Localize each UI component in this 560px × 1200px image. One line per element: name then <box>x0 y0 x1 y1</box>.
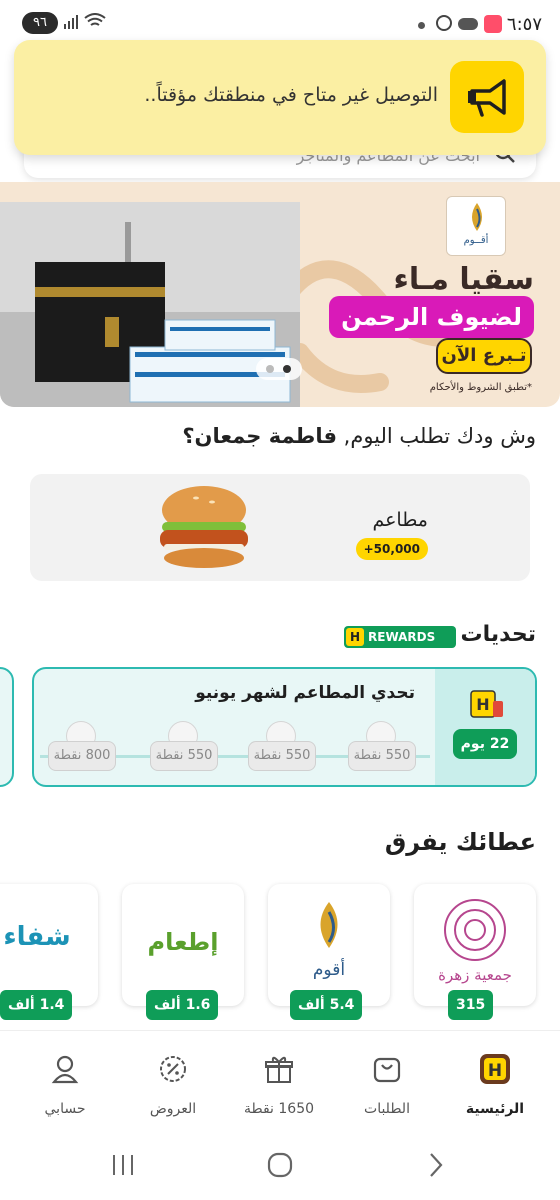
challenge-side-panel: H 22 يوم <box>435 669 535 785</box>
donation-name: أقوم <box>312 960 346 980</box>
donations-title: عطائك يفرق <box>384 828 536 856</box>
battery-indicator: ٩٦ <box>22 12 58 34</box>
donation-card-itaam[interactable]: إطعام <box>122 884 244 1006</box>
notification-dot-icon <box>418 22 425 29</box>
user-name: فاطمة جمعان؟ <box>182 424 337 448</box>
amount-text: 1.6 ألف <box>154 997 211 1013</box>
donation-name: شفاء <box>3 922 71 952</box>
milestone: 550 نقطة <box>150 741 218 771</box>
system-nav-bar <box>0 1130 560 1200</box>
app-icon <box>484 15 502 33</box>
rewards-label: REWARDS <box>368 630 436 644</box>
home-button-icon[interactable] <box>265 1150 295 1180</box>
challenge-card[interactable]: H 22 يوم تحدي المطاعم لشهر يونيو 550 نقط… <box>32 667 537 787</box>
banner-title: سقيا مـاء <box>393 262 534 297</box>
donation-card-aqwam[interactable]: أقوم <box>268 884 390 1006</box>
nav-label: الرئيسية <box>465 1101 525 1117</box>
recents-icon[interactable] <box>108 1150 138 1180</box>
restaurants-count-badge: +50,000 <box>355 538 428 560</box>
challenge-days-left: 22 يوم <box>453 729 517 759</box>
bottom-nav: H الرئيسية الطلبات 1650 نقطة العروض حساب… <box>0 1030 560 1130</box>
challenge-reward-icon: H <box>470 690 503 718</box>
challenges-title: تحديات <box>460 622 536 647</box>
donation-card-zahra[interactable]: جمعية زهرة <box>414 884 536 1006</box>
kaaba-photo <box>0 202 300 407</box>
nav-label: العروض <box>149 1101 197 1117</box>
milestone: 550 نقطة <box>248 741 316 771</box>
burger-image <box>160 486 248 568</box>
nav-orders[interactable]: الطلبات <box>332 1049 442 1117</box>
nav-points[interactable]: 1650 نقطة <box>224 1049 334 1117</box>
back-icon[interactable] <box>420 1150 450 1180</box>
amount-text: 5.4 ألف <box>298 997 355 1013</box>
logo-text: أقــوم <box>463 235 489 246</box>
nav-offers[interactable]: العروض <box>118 1049 228 1117</box>
discount-icon <box>160 1056 186 1082</box>
svg-text:H: H <box>488 1061 502 1081</box>
restaurants-title: مطاعم <box>372 509 428 531</box>
nav-home[interactable]: H الرئيسية <box>440 1049 550 1117</box>
app-screen: ٩٦ ٦:٥٧ ابحث عن المطاعم والمتاجر أقــوم … <box>0 0 560 1200</box>
toast-message: التوصيل غير متاح في منطقتك مؤقتاً.. <box>144 84 438 106</box>
donation-card-shefa[interactable]: شفاء <box>0 884 98 1006</box>
toast-icon-box <box>450 61 524 133</box>
greeting: وش ودك تطلب اليوم, فاطمة جمعان؟ <box>182 424 536 448</box>
amount-text: 1.4 ألف <box>8 997 65 1013</box>
milestone: 550 نقطة <box>348 741 416 771</box>
nav-label: 1650 نقطة <box>243 1101 315 1117</box>
donation-name: إطعام <box>147 928 219 956</box>
profile-icon <box>51 1055 79 1084</box>
pager-dot <box>266 365 274 373</box>
greeting-prefix: وش ودك تطلب اليوم, <box>336 424 536 448</box>
donate-now-button[interactable]: تـبرع الآن <box>436 338 532 374</box>
challenge-name: تحدي المطاعم لشهر يونيو <box>195 683 415 703</box>
aqwam-logo: أقــوم <box>446 196 506 256</box>
donation-amount: 1.6 ألف <box>146 990 219 1020</box>
challenge-card-peek[interactable] <box>0 667 14 787</box>
svg-text:H: H <box>476 695 489 714</box>
milestone: 800 نقطة <box>48 741 116 771</box>
rewards-h-icon: H <box>346 628 364 646</box>
signal-icon <box>64 15 78 29</box>
status-bar: ٩٦ ٦:٥٧ <box>0 0 560 40</box>
banner-subtitle: لضيوف الرحمن <box>329 296 534 338</box>
nav-label: حسابي <box>44 1101 86 1117</box>
gift-icon <box>265 1056 293 1083</box>
amount-text: 315 <box>456 997 486 1013</box>
drop-logo-icon <box>472 203 482 231</box>
donation-amount: 315 <box>448 990 494 1020</box>
restaurants-card[interactable]: مطاعم +50,000 <box>30 474 530 581</box>
rewards-badge: H REWARDS <box>344 626 456 648</box>
aqwam-logo <box>320 902 338 948</box>
clock: ٦:٥٧ <box>506 14 542 35</box>
cloud-icon <box>458 18 478 30</box>
threads-icon <box>436 15 452 31</box>
nav-label: الطلبات <box>364 1101 410 1117</box>
donation-name: جمعية زهرة <box>438 966 512 984</box>
nav-account[interactable]: حسابي <box>10 1049 120 1117</box>
zahra-logo <box>444 899 506 961</box>
delivery-unavailable-toast: التوصيل غير متاح في منطقتك مؤقتاً.. <box>14 40 546 155</box>
home-h-icon: H <box>480 1054 510 1084</box>
donation-amount: 5.4 ألف <box>290 990 363 1020</box>
donation-amount: 1.4 ألف <box>0 990 73 1020</box>
carousel-pager[interactable] <box>256 358 302 380</box>
terms-note: *تطبق الشروط والأحكام <box>429 382 532 393</box>
pager-dot-active <box>283 365 291 373</box>
wifi-icon <box>84 13 106 26</box>
megaphone-icon <box>468 79 506 117</box>
bag-icon <box>373 1057 401 1083</box>
